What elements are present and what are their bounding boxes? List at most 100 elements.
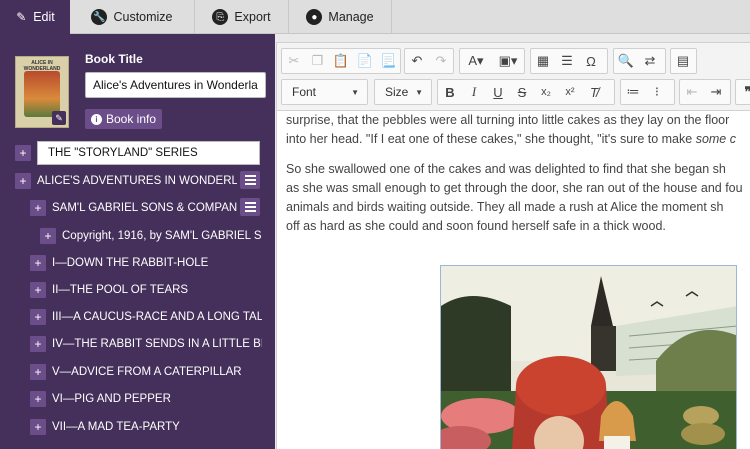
misc-group: ▤ xyxy=(670,48,697,74)
illustration-image[interactable] xyxy=(440,265,737,449)
sidebar: ALICE IN WONDERLAND ✎ Book Title i Book … xyxy=(0,34,275,449)
info-icon: i xyxy=(91,113,102,125)
tab-customize-label: Customize xyxy=(113,10,173,24)
add-icon[interactable]: + xyxy=(30,336,46,352)
rich-text-editor: ✂ ❐ 📋 📄 📃 ↶ ↷ A▾ ▣▾ ▦ ☰ Ω 🔍 ⇄ ▤ Font ▼ S… xyxy=(276,42,750,449)
edit-cover-icon[interactable]: ✎ xyxy=(52,111,66,125)
bold-icon[interactable]: B xyxy=(438,80,462,104)
toc-item-label: ALICE'S ADVENTURES IN WONDERLAND xyxy=(37,175,237,187)
clipboard-group: ✂ ❐ 📋 📄 📃 xyxy=(281,48,401,74)
toc-item-label: VII—A MAD TEA-PARTY xyxy=(52,421,180,433)
numbered-list-icon[interactable]: ≔ xyxy=(621,80,645,104)
menu-icon[interactable] xyxy=(240,171,260,189)
tab-edit[interactable]: ✎ Edit xyxy=(0,0,70,34)
user-icon: ● xyxy=(306,9,323,25)
toc-item[interactable]: + VI—PIG AND PEPPER xyxy=(30,387,262,411)
bullet-list-icon[interactable]: ⁝ xyxy=(645,80,669,104)
editor-content[interactable]: surprise, that the pebbles were all turn… xyxy=(286,111,750,236)
toc-item-label: Copyright, 1916, by SAM'L GABRIEL SONS &… xyxy=(62,230,262,242)
special-char-icon[interactable]: Ω xyxy=(579,49,603,73)
subscript-icon[interactable]: x₂ xyxy=(534,80,558,104)
color-group: A▾ ▣▾ xyxy=(459,48,525,74)
insert-group: ▦ ☰ Ω xyxy=(530,48,608,74)
outdent-icon[interactable]: ⇤ xyxy=(680,80,704,104)
toc-item[interactable]: + Copyright, 1916, by SAM'L GABRIEL SONS… xyxy=(40,224,262,248)
cut-icon[interactable]: ✂ xyxy=(282,49,306,73)
add-icon[interactable]: + xyxy=(30,309,46,325)
paragraph-text: into her head. "If I eat one of these ca… xyxy=(286,132,696,146)
format-group: B I U S x₂ x² T̸ xyxy=(437,79,615,105)
toc-item[interactable]: + IV—THE RABBIT SENDS IN A LITTLE BILL xyxy=(30,332,262,356)
toc-item[interactable]: + SAM'L GABRIEL SONS & COMPANY xyxy=(30,196,237,220)
italic-icon[interactable]: I xyxy=(462,80,486,104)
find-group: 🔍 ⇄ xyxy=(613,48,666,74)
background-color-icon[interactable]: ▣▾ xyxy=(492,49,524,73)
add-icon[interactable]: + xyxy=(30,364,46,380)
table-icon[interactable]: ▦ xyxy=(531,49,555,73)
copy-icon[interactable]: ❐ xyxy=(306,49,330,73)
search-icon[interactable]: 🔍 xyxy=(614,49,638,73)
wrench-icon: 🔧 xyxy=(91,9,108,25)
quote-group: ❞ xyxy=(735,79,750,105)
add-icon[interactable]: + xyxy=(30,419,46,435)
book-title-input[interactable] xyxy=(85,72,266,98)
illustration-art xyxy=(441,266,736,449)
underline-icon[interactable]: U xyxy=(486,80,510,104)
toc-item-label: SAM'L GABRIEL SONS & COMPANY xyxy=(52,202,237,214)
toc-item[interactable]: + II—THE POOL OF TEARS xyxy=(30,278,262,302)
paragraph-line: So she swallowed one of the cakes and wa… xyxy=(286,162,726,176)
menu-icon[interactable] xyxy=(240,198,260,216)
text-color-icon[interactable]: A▾ xyxy=(460,49,492,73)
add-icon[interactable]: + xyxy=(30,282,46,298)
toc-item[interactable]: + III—A CAUCUS-RACE AND A LONG TALE xyxy=(30,305,262,329)
tab-manage[interactable]: ● Manage xyxy=(289,0,392,34)
redo-icon[interactable]: ↷ xyxy=(429,49,453,73)
font-select[interactable]: Font ▼ xyxy=(281,79,368,105)
horizontal-line-icon[interactable]: ☰ xyxy=(555,49,579,73)
document-icon[interactable]: ▤ xyxy=(671,49,695,73)
replace-icon[interactable]: ⇄ xyxy=(638,49,662,73)
add-icon[interactable]: + xyxy=(40,228,56,244)
add-icon[interactable]: + xyxy=(15,145,31,161)
paste-word-icon[interactable]: 📃 xyxy=(376,49,400,73)
toc-item-label: V—ADVICE FROM A CATERPILLAR xyxy=(52,366,242,378)
toc-item-label: IV—THE RABBIT SENDS IN A LITTLE BILL xyxy=(52,338,262,350)
series-input[interactable]: THE "STORYLAND" SERIES xyxy=(37,141,260,165)
editor-toolbar: ✂ ❐ 📋 📄 📃 ↶ ↷ A▾ ▣▾ ▦ ☰ Ω 🔍 ⇄ ▤ Font ▼ S… xyxy=(277,43,750,111)
toc-item[interactable]: + I—DOWN THE RABBIT-HOLE xyxy=(30,251,262,275)
toc-item[interactable]: + ALICE'S ADVENTURES IN WONDERLAND xyxy=(15,169,237,193)
toc-row-series: + xyxy=(15,141,31,165)
book-info-button[interactable]: i Book info xyxy=(85,109,163,129)
paragraph-line: animals and birds waiting outside. They … xyxy=(286,200,724,214)
book-title-label: Book Title xyxy=(85,52,143,66)
add-icon[interactable]: + xyxy=(30,255,46,271)
tab-export[interactable]: ⎘ Export xyxy=(195,0,289,34)
add-icon[interactable]: + xyxy=(30,200,46,216)
export-icon: ⎘ xyxy=(212,9,229,25)
tab-manage-label: Manage xyxy=(328,10,374,24)
size-select[interactable]: Size ▼ xyxy=(374,79,432,105)
remove-format-icon[interactable]: T̸ xyxy=(582,80,606,104)
add-icon[interactable]: + xyxy=(15,173,31,189)
toc-item[interactable]: + V—ADVICE FROM A CATERPILLAR xyxy=(30,360,262,384)
book-cover-thumbnail[interactable]: ALICE IN WONDERLAND ✎ xyxy=(15,56,69,128)
history-group: ↶ ↷ xyxy=(404,48,454,74)
book-info-label: Book info xyxy=(106,112,157,126)
paragraph-line: surprise, that the pebbles were all turn… xyxy=(286,113,730,127)
undo-icon[interactable]: ↶ xyxy=(405,49,429,73)
strikethrough-icon[interactable]: S xyxy=(510,80,534,104)
toc-item[interactable]: + VII—A MAD TEA-PARTY xyxy=(30,415,262,439)
add-icon[interactable]: + xyxy=(30,391,46,407)
font-select-label: Font xyxy=(292,85,317,99)
pencil-icon: ✎ xyxy=(16,10,27,24)
paste-text-icon[interactable]: 📄 xyxy=(353,49,377,73)
toc-item-label: I—DOWN THE RABBIT-HOLE xyxy=(52,257,209,269)
tab-customize[interactable]: 🔧 Customize xyxy=(70,0,195,34)
superscript-icon[interactable]: x² xyxy=(558,80,582,104)
chevron-down-icon: ▼ xyxy=(415,87,423,97)
indent-icon[interactable]: ⇥ xyxy=(704,80,728,104)
paragraph-line: into her head. "If I eat one of these ca… xyxy=(286,130,750,149)
paste-icon[interactable]: 📋 xyxy=(329,49,353,73)
blockquote-icon[interactable]: ❞ xyxy=(736,80,750,104)
paragraph-line: as she was small enough to get through t… xyxy=(286,181,743,195)
